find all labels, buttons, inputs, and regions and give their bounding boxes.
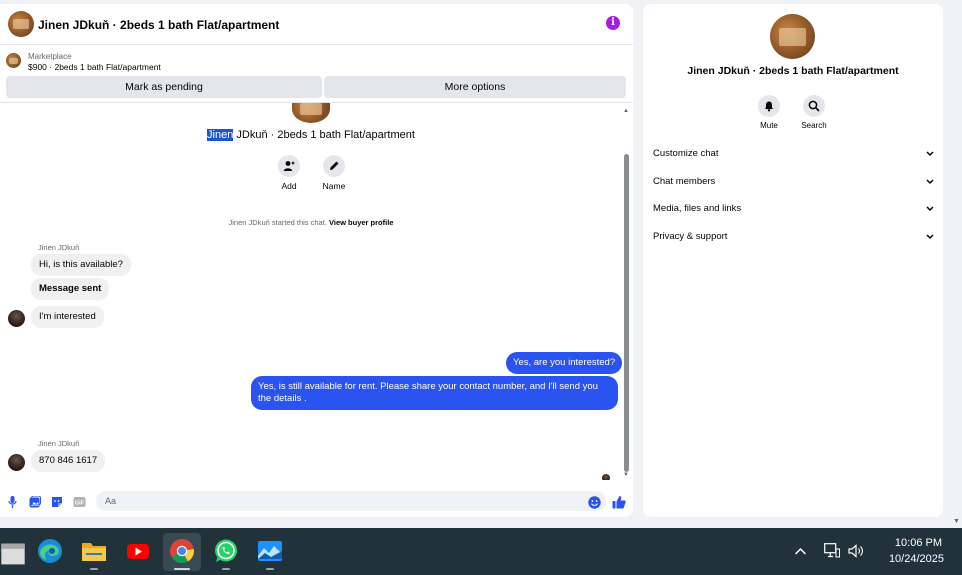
chevron-down-icon — [926, 234, 934, 240]
incoming-message[interactable]: 870 846 1617 — [31, 450, 106, 472]
youtube-icon[interactable] — [125, 538, 151, 564]
chevron-up-icon[interactable] — [794, 546, 807, 556]
thread-avatar — [292, 103, 330, 123]
chrome-icon[interactable] — [169, 538, 195, 564]
add-people-button[interactable] — [278, 155, 300, 177]
gif-icon[interactable]: GIF — [73, 496, 86, 508]
volume-icon[interactable] — [848, 544, 864, 558]
incoming-message[interactable]: Message sent — [31, 278, 110, 300]
listing-summary[interactable]: Marketplace $900 · 2beds 1 bath Flat/apa… — [0, 49, 633, 77]
thread-scrollbar[interactable]: ▲ ▼ — [622, 108, 630, 480]
thread-title-rest: JDkuň · 2beds 1 bath Flat/apartment — [233, 129, 415, 141]
contact-avatar-small[interactable] — [8, 310, 25, 327]
sticker-icon[interactable] — [51, 496, 63, 508]
network-icon[interactable] — [824, 543, 840, 558]
svg-text:GIF: GIF — [75, 501, 85, 507]
chat-members-section[interactable]: Chat members — [653, 172, 935, 192]
outgoing-message[interactable]: Yes, is still available for rent. Please… — [251, 376, 618, 410]
outgoing-message[interactable]: Yes, are you interested? — [506, 352, 623, 374]
seen-receipt-avatar — [602, 474, 610, 480]
started-text: Jinen JDkuň started this chat. — [228, 218, 327, 227]
sender-name: Jinen JDkuň — [38, 243, 80, 252]
clock-date[interactable]: 10/24/2025 — [870, 553, 944, 565]
mute-button[interactable] — [758, 95, 780, 117]
chat-panel: Jinen JDkuň · 2beds 1 bath Flat/apartmen… — [0, 4, 633, 517]
privacy-support-section[interactable]: Privacy & support — [653, 227, 935, 247]
scroll-thumb[interactable] — [624, 154, 629, 472]
scroll-down-arrow[interactable]: ▼ — [623, 472, 629, 478]
sender-name: Jinen JDkuň — [38, 439, 80, 448]
contact-avatar-small[interactable] — [8, 454, 25, 471]
chevron-down-icon — [926, 206, 934, 212]
conversation-details-panel: Jinen JDkuň · 2beds 1 bath Flat/apartmen… — [643, 4, 943, 517]
emoji-icon[interactable] — [588, 496, 601, 509]
customize-chat-section[interactable]: Customize chat — [653, 144, 935, 164]
bell-icon — [765, 101, 773, 112]
incoming-message[interactable]: Hi, is this available? — [31, 254, 131, 276]
section-label: Customize chat — [653, 148, 719, 159]
media-files-links-section[interactable]: Media, files and links — [653, 199, 935, 219]
section-label: Privacy & support — [653, 231, 728, 242]
search-label: Search — [801, 121, 827, 130]
add-person-icon — [283, 161, 295, 171]
more-options-button[interactable]: More options — [324, 76, 626, 98]
side-title: Jinen JDkuň · 2beds 1 bath Flat/apartmen… — [687, 65, 899, 77]
mute-label: Mute — [760, 121, 778, 130]
whatsapp-icon[interactable] — [213, 538, 239, 564]
info-icon[interactable]: i — [606, 16, 620, 30]
marketplace-label: Marketplace — [28, 52, 72, 61]
thread-title: Jinen JDkuň · 2beds 1 bath Flat/apartmen… — [0, 129, 622, 141]
clock-time[interactable]: 10:06 PM — [880, 537, 942, 549]
chat-title[interactable]: Jinen JDkuň · 2beds 1 bath Flat/apartmen… — [38, 18, 279, 32]
message-composer: GIF Aa — [0, 488, 633, 516]
chat-header: Jinen JDkuň · 2beds 1 bath Flat/apartmen… — [0, 4, 633, 45]
edge-browser-icon[interactable] — [37, 538, 63, 564]
contact-avatar[interactable] — [8, 11, 34, 37]
message-input[interactable]: Aa — [96, 491, 606, 511]
chevron-down-icon — [926, 179, 934, 185]
view-buyer-profile-link[interactable]: View buyer profile — [329, 218, 393, 227]
search-in-conversation-button[interactable] — [803, 95, 825, 117]
listing-actions: Mark as pending More options — [0, 76, 633, 100]
search-icon — [808, 100, 820, 112]
photo-icon[interactable] — [29, 496, 41, 508]
listing-thumbnail — [6, 53, 21, 68]
incoming-message[interactable]: I'm interested — [31, 306, 104, 328]
add-label: Add — [281, 181, 297, 191]
name-label: Name — [322, 181, 346, 191]
like-icon[interactable] — [612, 495, 626, 509]
file-explorer-icon[interactable] — [81, 538, 107, 564]
taskbar-running-indicator — [266, 568, 274, 570]
side-avatar[interactable] — [770, 14, 815, 59]
chat-started-notice: Jinen JDkuň started this chat. View buye… — [0, 218, 622, 227]
window-app-icon[interactable] — [0, 541, 26, 567]
taskbar-running-indicator — [90, 568, 98, 570]
selected-text: Jinen — [207, 129, 234, 141]
photos-app-icon[interactable] — [257, 538, 283, 564]
edit-name-button[interactable] — [323, 155, 345, 177]
taskbar: 10:06 PM 10/24/2025 — [0, 528, 962, 575]
section-label: Chat members — [653, 176, 716, 187]
pencil-icon — [330, 161, 339, 170]
mark-as-pending-button[interactable]: Mark as pending — [6, 76, 322, 98]
scroll-up-arrow[interactable]: ▲ — [623, 108, 629, 114]
taskbar-running-indicator — [222, 568, 230, 570]
page-scroll-down-arrow[interactable]: ▼ — [953, 518, 960, 525]
section-label: Media, files and links — [653, 203, 742, 214]
microphone-icon[interactable] — [8, 496, 17, 508]
listing-price-title: $900 · 2beds 1 bath Flat/apartment — [28, 62, 161, 72]
message-thread: Jinen JDkuň · 2beds 1 bath Flat/apartmen… — [0, 102, 633, 480]
chevron-down-icon — [926, 151, 934, 157]
taskbar-active-indicator — [174, 568, 190, 570]
